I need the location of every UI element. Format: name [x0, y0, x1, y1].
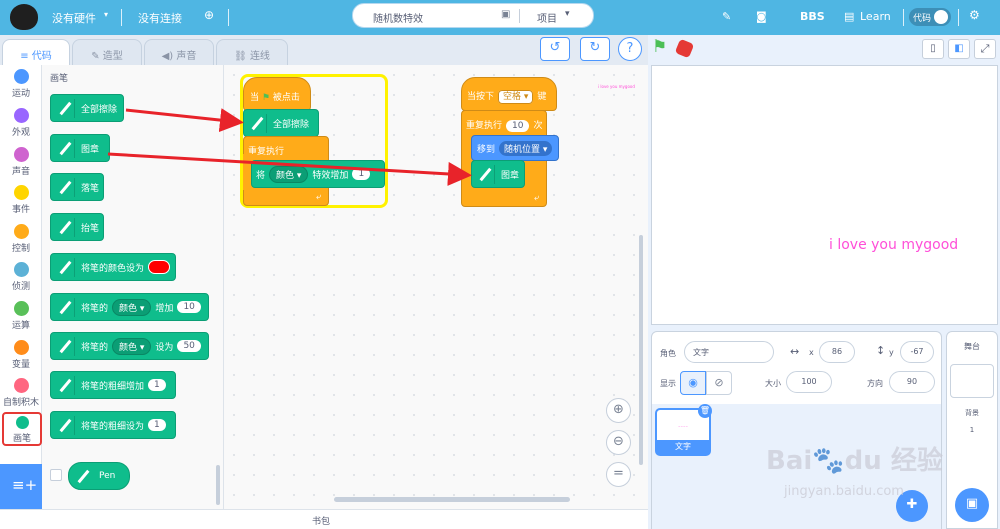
eye-off-icon: ⊘ — [714, 376, 724, 389]
watermark-text: du — [844, 446, 882, 476]
direction-input[interactable]: 90 — [889, 371, 935, 393]
sprite-info-pane: 角色 文字 ↔ x 86 ↕ y -67 显示 ◉ ⊘ 大小 100 方向 90… — [651, 331, 942, 529]
watermark-logo: Bai🐾du 经验 — [766, 440, 943, 477]
y-axis-icon: ↕ — [876, 344, 886, 357]
fullscreen-icon: ⤢ — [980, 42, 990, 55]
delete-sprite-button[interactable]: 🗑 — [698, 404, 712, 418]
green-flag-icon[interactable]: ⚑ — [652, 37, 667, 57]
stage-thumbnail[interactable] — [950, 364, 994, 398]
show-button[interactable]: ◉ — [680, 371, 706, 395]
stop-icon[interactable] — [674, 38, 695, 59]
stage-header: ⚑ ▯ ◧ ⤢ — [648, 35, 1000, 65]
image-icon: ▣ — [965, 496, 979, 511]
sprite-name-input[interactable]: 文字 — [684, 341, 774, 363]
arrow-line — [125, 108, 244, 133]
stage-sprite-text[interactable]: i love you mygood — [829, 237, 958, 253]
stage-title: 舞台 — [964, 342, 980, 351]
watermark-text: Bai — [766, 446, 813, 476]
trash-icon: 🗑 — [699, 406, 711, 415]
backpack-bar[interactable]: 书包 — [0, 509, 648, 529]
fullscreen-button[interactable]: ⤢ — [974, 39, 996, 59]
add-backdrop-button[interactable]: ▣ — [955, 488, 989, 522]
size-input[interactable]: 100 — [786, 371, 832, 393]
backdrop-count: 1 — [969, 426, 975, 434]
sprite-thumb-name: 文字 — [657, 440, 709, 454]
watermark-text: 经验 — [890, 446, 943, 476]
small-stage-icon: ▯ — [930, 43, 936, 54]
stage-canvas[interactable]: i love you mygood i love you mygood — [598, 65, 998, 325]
y-input[interactable]: -67 — [900, 341, 934, 363]
y-label: y — [889, 348, 894, 357]
stamped-text: i love you mygood — [598, 84, 635, 89]
show-label: 显示 — [660, 379, 676, 388]
size-label: 大小 — [765, 379, 781, 388]
cat-icon: ✚ — [906, 497, 918, 512]
stage-selector-pane[interactable]: 舞台 背景 1 ▣ — [946, 331, 998, 529]
x-input[interactable]: 86 — [819, 341, 855, 363]
eye-icon: ◉ — [688, 376, 698, 389]
paw-icon: 🐾 — [812, 446, 845, 476]
arrow-line — [107, 152, 472, 186]
x-label: x — [809, 348, 814, 357]
small-stage-button[interactable]: ▯ — [922, 39, 944, 59]
watermark-url: jingyan.baidu.com — [784, 484, 904, 499]
x-axis-icon: ↔ — [790, 345, 800, 358]
large-stage-button[interactable]: ◧ — [948, 39, 970, 59]
backdrop-label: 背景 — [965, 409, 979, 417]
hide-button[interactable]: ⊘ — [706, 371, 732, 395]
direction-label: 方向 — [867, 379, 883, 388]
large-stage-icon: ◧ — [954, 43, 964, 54]
sprite-label: 角色 — [660, 349, 676, 358]
backpack-label: 书包 — [312, 517, 331, 527]
